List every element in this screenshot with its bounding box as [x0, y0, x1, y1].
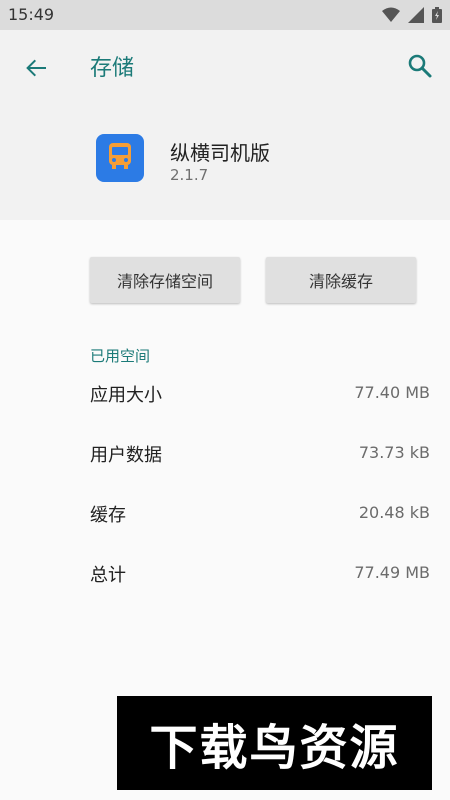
row-label: 应用大小	[90, 385, 162, 406]
search-button[interactable]	[404, 50, 436, 82]
watermark-logo: 下载鸟资源	[117, 696, 432, 790]
app-header: 存储 纵横司机版 2.1.7	[0, 30, 450, 220]
search-icon	[404, 54, 436, 86]
storage-row-total: 总计 77.49 MB	[90, 553, 430, 593]
truck-icon	[104, 140, 136, 176]
storage-row-cache: 缓存 20.48 kB	[90, 493, 430, 533]
clear-storage-button[interactable]: 清除存储空间	[90, 257, 240, 303]
app-name: 纵横司机版	[170, 141, 270, 165]
row-value: 77.40 MB	[354, 383, 430, 402]
row-label: 总计	[90, 565, 126, 586]
status-bar: 15:49	[0, 0, 450, 30]
app-icon	[96, 134, 144, 182]
row-label: 缓存	[90, 505, 126, 526]
row-label: 用户数据	[90, 445, 162, 466]
row-value: 20.48 kB	[358, 503, 430, 522]
storage-row-user-data: 用户数据 73.73 kB	[90, 433, 430, 473]
app-version: 2.1.7	[170, 166, 209, 184]
storage-row-app-size: 应用大小 77.40 MB	[90, 373, 430, 413]
clear-cache-button[interactable]: 清除缓存	[266, 257, 416, 303]
row-value: 73.73 kB	[358, 443, 430, 462]
wifi-icon	[382, 7, 400, 27]
page-title: 存储	[90, 56, 135, 81]
watermark-text: 下载鸟资源	[149, 720, 400, 776]
battery-icon	[432, 7, 442, 27]
signal-icon	[408, 7, 424, 27]
arrow-back-icon	[20, 59, 52, 88]
status-icons	[382, 7, 442, 27]
row-value: 77.49 MB	[354, 563, 430, 582]
back-button[interactable]	[20, 52, 52, 84]
status-time: 15:49	[8, 5, 55, 24]
section-title: 已用空间	[90, 347, 151, 365]
